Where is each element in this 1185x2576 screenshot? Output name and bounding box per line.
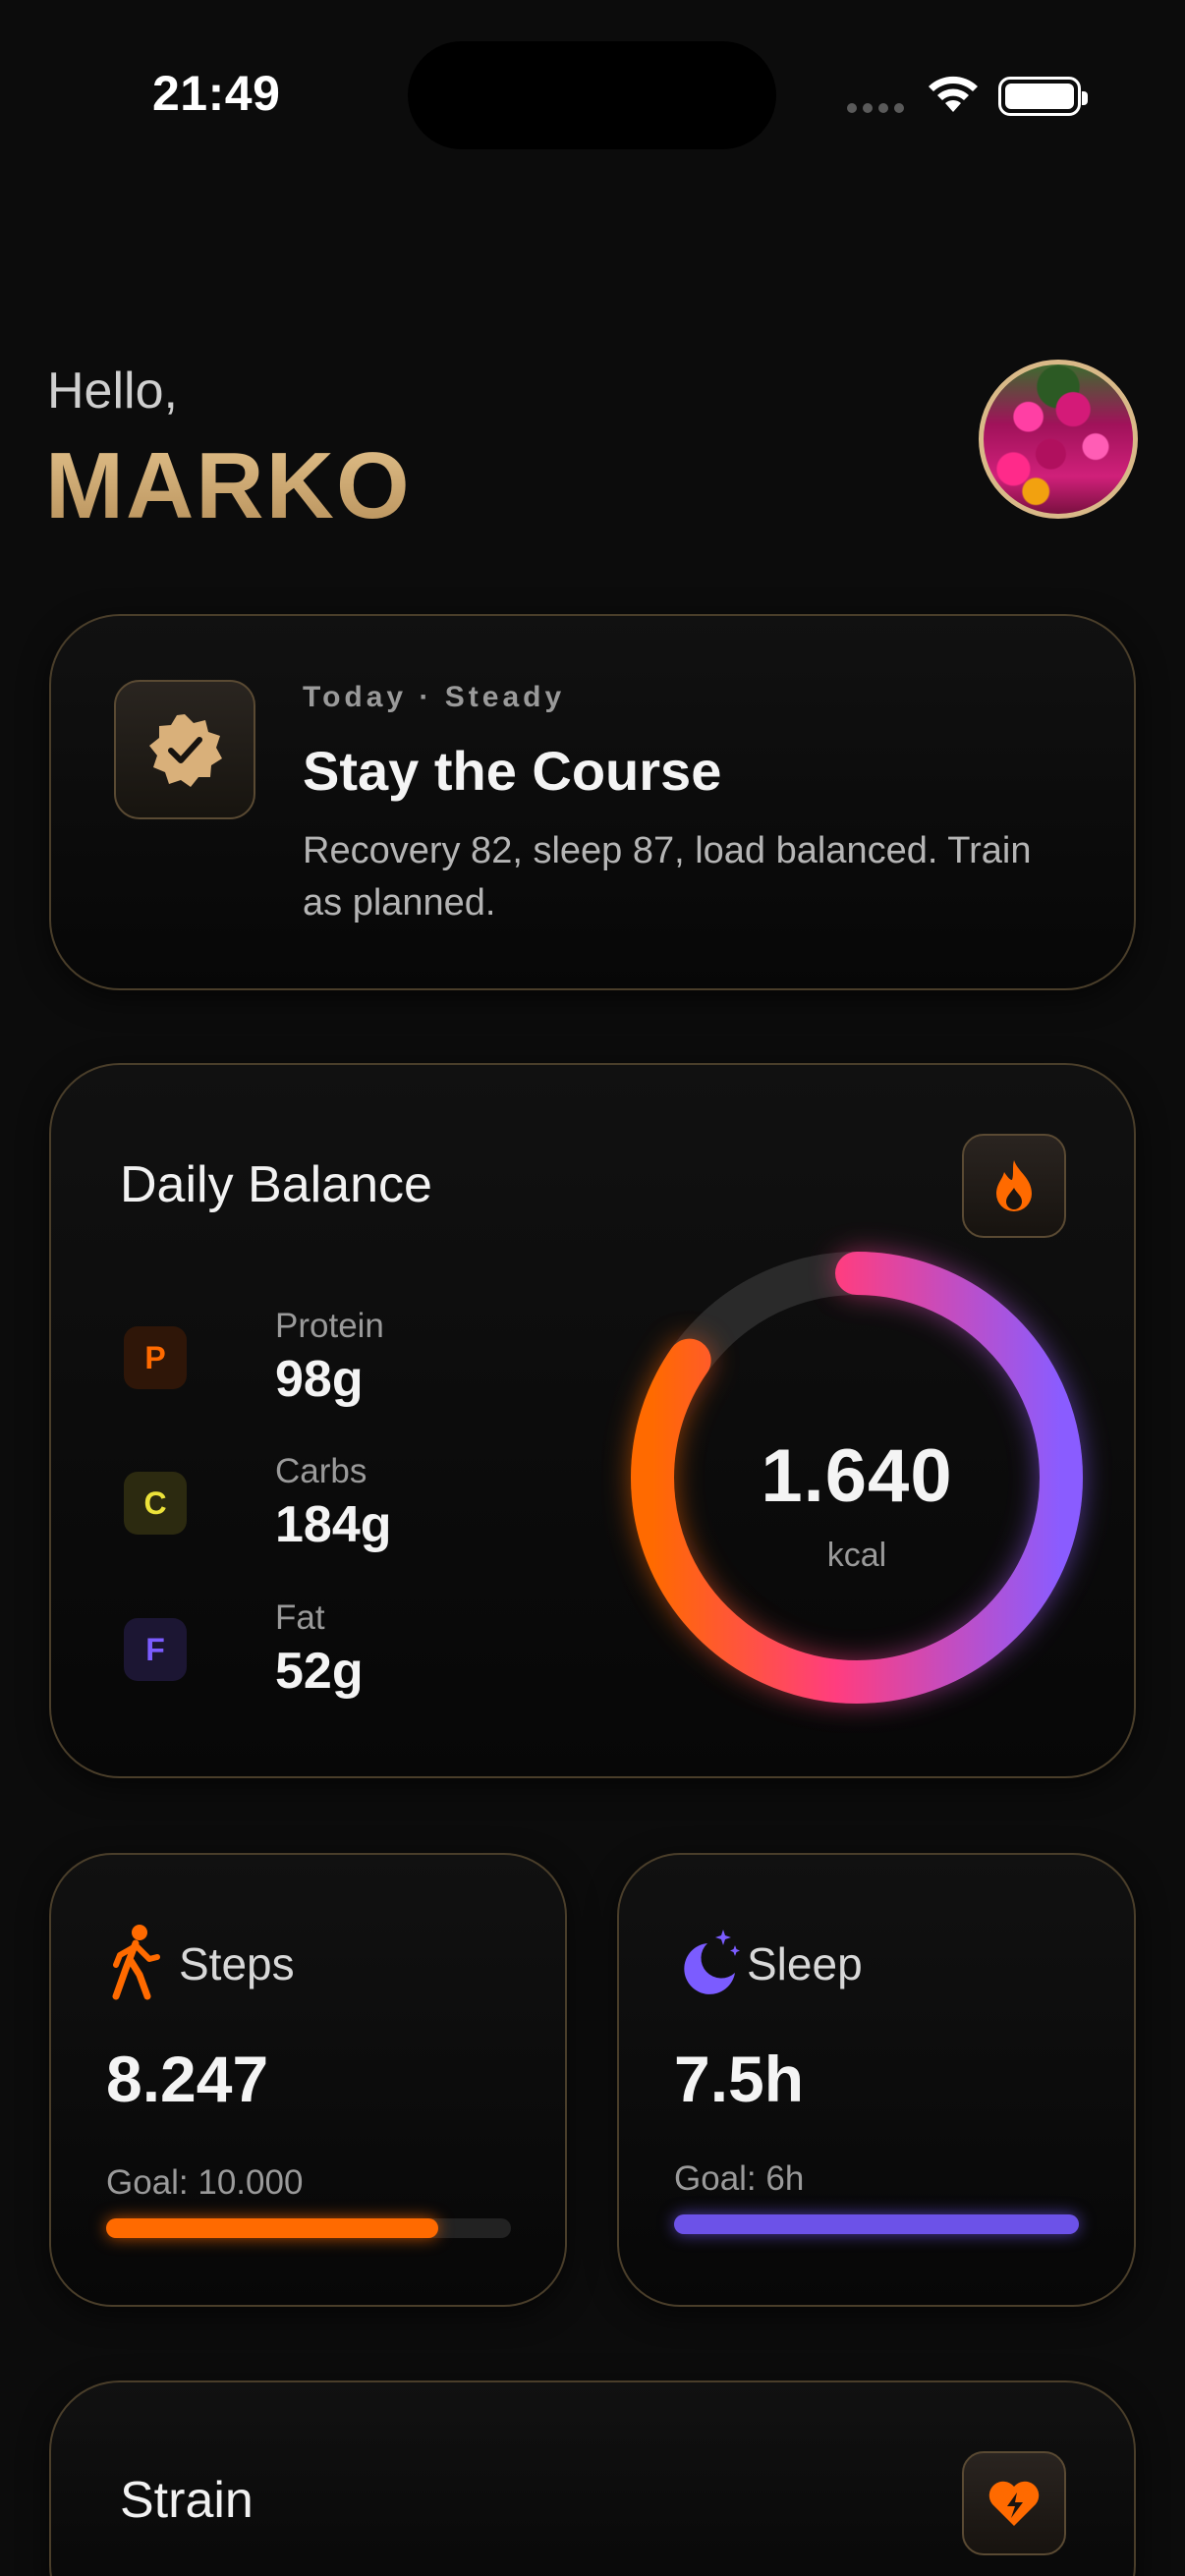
steps-goal: Goal: 10.000 — [106, 2163, 304, 2202]
steps-progress-track — [106, 2218, 511, 2238]
protein-value: 98g — [275, 1351, 364, 1408]
carbs-label: Carbs — [275, 1452, 367, 1490]
verified-badge-box — [114, 680, 255, 819]
cellular-signal-icon — [847, 103, 904, 113]
avatar[interactable] — [979, 360, 1138, 519]
steps-progress-fill — [106, 2218, 438, 2238]
sleep-value: 7.5h — [674, 2043, 805, 2115]
flame-icon — [996, 1160, 1032, 1211]
status-title: Stay the Course — [303, 740, 722, 802]
calories-unit: kcal — [826, 1537, 887, 1574]
status-kicker: Today · Steady — [303, 681, 566, 713]
wifi-icon — [929, 76, 978, 112]
status-card[interactable]: Today · Steady Stay the Course Recovery … — [49, 614, 1136, 990]
fat-label: Fat — [275, 1598, 325, 1637]
verified-badge-icon — [149, 714, 222, 787]
calories-value: 1.640 — [761, 1434, 953, 1518]
steps-card[interactable]: Steps 8.247 Goal: 10.000 — [49, 1853, 567, 2307]
battery-icon — [998, 77, 1088, 116]
protein-letter-badge: P — [124, 1326, 187, 1389]
protein-label: Protein — [275, 1307, 384, 1345]
user-name: MARKO — [45, 433, 412, 538]
sleep-progress-track — [674, 2214, 1079, 2234]
status-bar-time: 21:49 — [152, 66, 281, 121]
daily-balance-title: Daily Balance — [120, 1156, 432, 1213]
daily-balance-card[interactable]: Daily Balance P Protein 98g C Carbs 184g… — [49, 1063, 1136, 1778]
strain-title: Strain — [120, 2472, 254, 2529]
sleep-progress-fill — [674, 2214, 1079, 2234]
fat-letter-badge: F — [124, 1618, 187, 1681]
steps-value: 8.247 — [106, 2043, 269, 2115]
dynamic-island — [408, 41, 776, 149]
carbs-value: 184g — [275, 1496, 392, 1553]
strain-button[interactable] — [962, 2451, 1066, 2555]
walking-icon — [112, 1925, 160, 2000]
carbs-letter-badge: C — [124, 1472, 187, 1535]
heart-bolt-icon — [988, 2481, 1040, 2526]
steps-label: Steps — [179, 1938, 295, 1989]
status-description: Recovery 82, sleep 87, load balanced. Tr… — [303, 830, 1032, 924]
sleep-goal: Goal: 6h — [674, 2159, 805, 2198]
sleep-card[interactable]: Sleep 7.5h Goal: 6h — [617, 1853, 1136, 2307]
greeting-hello: Hello, — [47, 363, 178, 420]
fat-value: 52g — [275, 1643, 364, 1700]
sleep-label: Sleep — [747, 1938, 863, 1989]
strain-card[interactable]: Strain — [49, 2380, 1136, 2576]
moon-stars-icon — [684, 1930, 740, 1994]
